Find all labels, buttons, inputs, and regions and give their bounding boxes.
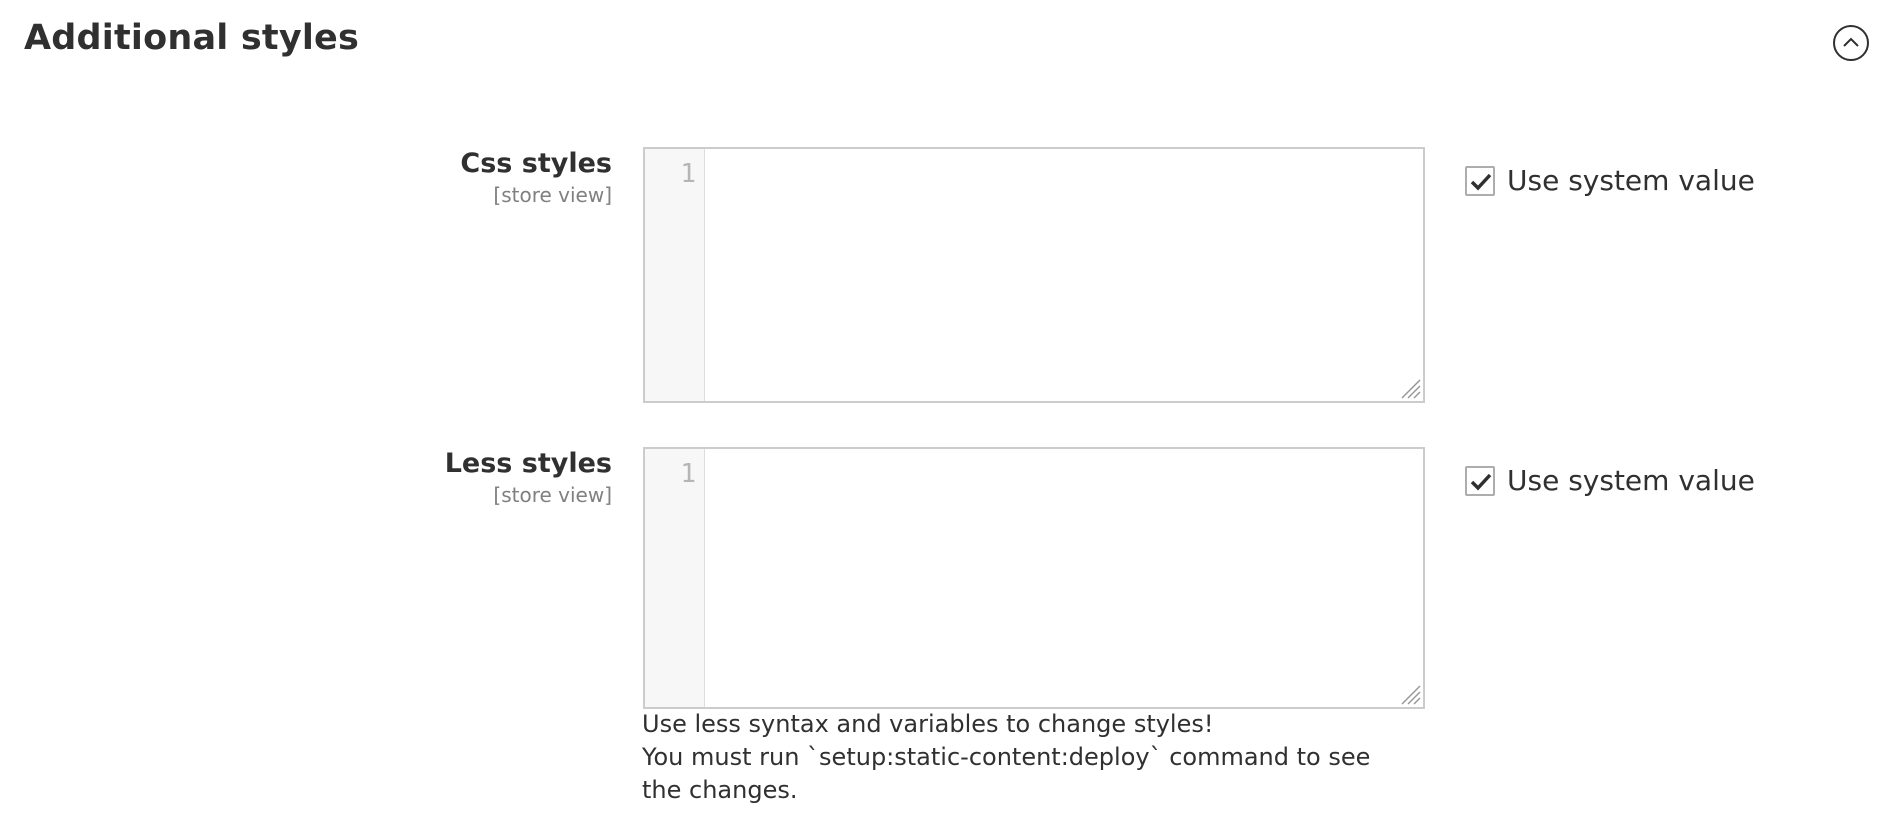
resize-handle-icon[interactable] (1399, 377, 1421, 399)
section-header: Additional styles (0, 0, 1889, 90)
resize-handle-icon[interactable] (1399, 683, 1421, 705)
css-styles-editor[interactable]: 1 (643, 147, 1425, 403)
note-line: Use less syntax and variables to change … (642, 710, 1214, 738)
less-styles-note: Use less syntax and variables to change … (642, 708, 1402, 807)
checkmark-icon (1470, 173, 1492, 191)
less-styles-code-input[interactable] (705, 449, 1423, 707)
css-styles-label-group: Css styles [store view] (252, 146, 612, 208)
less-use-system-checkbox[interactable] (1465, 465, 1495, 496)
collapse-toggle-button[interactable] (1833, 25, 1869, 61)
css-styles-scope: [store view] (493, 183, 612, 207)
css-use-system-label[interactable]: Use system value (1507, 164, 1755, 197)
less-styles-editor[interactable]: 1 (643, 447, 1425, 709)
less-use-system-value[interactable]: Use system value (1465, 464, 1755, 497)
line-gutter: 1 (645, 149, 705, 401)
less-styles-scope: [store view] (493, 483, 612, 507)
section-title: Additional styles (24, 18, 360, 58)
line-gutter: 1 (645, 449, 705, 707)
checkmark-icon (1470, 473, 1492, 491)
less-styles-label-group: Less styles [store view] (252, 446, 612, 508)
note-line: You must run `setup:static-content:deplo… (642, 743, 1371, 804)
less-use-system-label[interactable]: Use system value (1507, 464, 1755, 497)
less-styles-label: Less styles (444, 448, 612, 479)
line-number: 1 (680, 459, 696, 489)
css-styles-code-input[interactable] (705, 149, 1423, 401)
css-styles-label: Css styles (460, 148, 612, 179)
css-use-system-checkbox[interactable] (1465, 165, 1495, 196)
line-number: 1 (680, 159, 696, 189)
chevron-up-icon (1843, 37, 1859, 47)
css-use-system-value[interactable]: Use system value (1465, 164, 1755, 197)
